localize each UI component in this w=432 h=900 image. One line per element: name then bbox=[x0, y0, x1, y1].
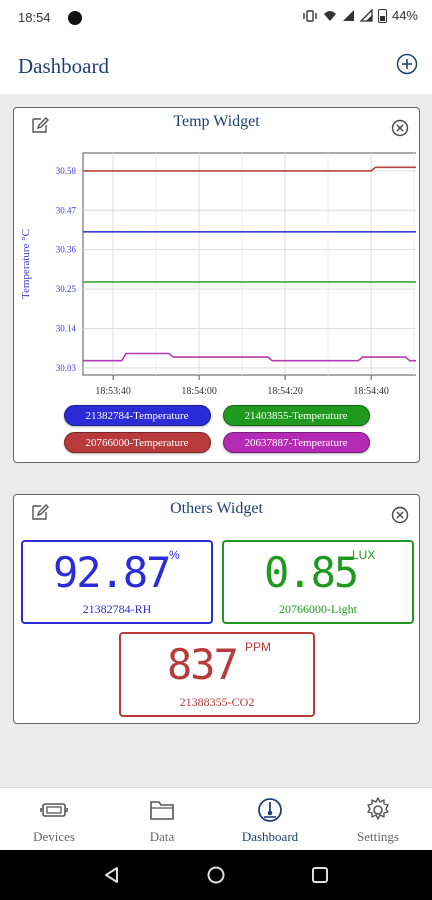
status-time: 18:54 bbox=[18, 10, 51, 25]
x-tick-label: 18:54:20 bbox=[267, 386, 303, 397]
recents-icon[interactable] bbox=[310, 865, 330, 885]
gear-icon bbox=[367, 797, 389, 820]
co2-label: 21388355-CO2 bbox=[179, 695, 255, 709]
y-tick-label: 30.58 bbox=[56, 166, 77, 176]
close-icon[interactable] bbox=[391, 506, 409, 524]
nav-data-label: Data bbox=[149, 829, 175, 844]
battery-icon bbox=[377, 8, 387, 23]
status-bar: 18:54 44% bbox=[0, 0, 432, 36]
y-tick-label: 30.47 bbox=[56, 205, 77, 215]
nav-devices[interactable]: Devices bbox=[0, 788, 108, 851]
add-widget-button[interactable] bbox=[396, 53, 418, 75]
others-widget: Others Widget 92.87 % 21382784-RH 0.85 L… bbox=[13, 494, 420, 724]
legend-row: 20766000-Temperature 20637887-Temperatur… bbox=[14, 432, 419, 453]
devices-icon bbox=[40, 803, 68, 817]
legend-row: 21382784-Temperature 21403855-Temperatur… bbox=[14, 405, 419, 426]
y-axis-label: Temperature °C bbox=[20, 229, 32, 299]
bottom-nav: Devices Data Dashboard Settings bbox=[0, 787, 432, 850]
light-tile[interactable]: 0.85 LUX 20766000-Light bbox=[222, 540, 414, 624]
nav-devices-label: Devices bbox=[33, 829, 75, 844]
y-tick-label: 30.03 bbox=[56, 363, 77, 373]
status-icons: 44% bbox=[302, 8, 418, 23]
y-tick-labels: 30.58 30.47 30.36 30.25 30.14 30.03 bbox=[56, 166, 77, 373]
legend-item-20637887[interactable]: 20637887-Temperature bbox=[222, 432, 370, 453]
chart-grid bbox=[82, 152, 416, 380]
signal-icon-2 bbox=[359, 9, 373, 22]
co2-tile[interactable]: 837 PPM 21388355-CO2 bbox=[119, 632, 315, 717]
legend-item-20766000[interactable]: 20766000-Temperature bbox=[63, 432, 211, 453]
rh-tile[interactable]: 92.87 % 21382784-RH bbox=[21, 540, 213, 624]
rh-label: 21382784-RH bbox=[82, 602, 152, 616]
x-tick-labels: 18:53:40 18:54:00 18:54:20 18:54:40 bbox=[95, 386, 389, 397]
rh-value: 92.87 bbox=[53, 548, 171, 597]
wifi-icon bbox=[323, 10, 336, 21]
light-label: 20766000-Light bbox=[279, 602, 357, 616]
vibrate-icon bbox=[303, 9, 317, 22]
nav-dashboard-label: Dashboard bbox=[241, 829, 299, 844]
x-tick-label: 18:53:40 bbox=[95, 386, 131, 397]
x-tick-label: 18:54:40 bbox=[353, 386, 389, 397]
signal-icon bbox=[342, 10, 354, 21]
back-icon[interactable] bbox=[102, 865, 122, 885]
y-tick-label: 30.14 bbox=[56, 323, 77, 333]
temp-widget-title: Temp Widget bbox=[173, 113, 260, 130]
close-icon[interactable] bbox=[391, 119, 409, 137]
nav-settings[interactable]: Settings bbox=[324, 788, 432, 851]
notification-dot-icon bbox=[68, 11, 82, 25]
nav-dashboard[interactable]: Dashboard bbox=[216, 788, 324, 851]
folder-icon bbox=[150, 801, 174, 820]
temperature-chart: 30.5830.4730.3630.2530.1430.03 18:53:40 1… bbox=[20, 152, 416, 397]
app-header: Dashboard bbox=[0, 36, 432, 94]
battery-percent: 44% bbox=[391, 8, 418, 23]
dashboard-content[interactable]: Temp Widget 30.58 30.47 30.36 30.25 30.14 30.… bbox=[0, 94, 432, 787]
temp-widget: Temp Widget 30.58 30.47 30.36 30.25 30.14 30.… bbox=[13, 107, 420, 463]
co2-unit: PPM bbox=[245, 640, 272, 654]
others-widget-title: Others Widget bbox=[170, 500, 263, 517]
system-navigation-bar bbox=[0, 850, 432, 900]
plot-area bbox=[82, 152, 416, 376]
legend-item-21403855[interactable]: 21403855-Temperature bbox=[222, 405, 370, 426]
nav-data[interactable]: Data bbox=[108, 788, 216, 851]
co2-value: 837 bbox=[167, 640, 239, 689]
y-tick-label: 30.25 bbox=[56, 284, 77, 294]
page-title: Dashboard bbox=[18, 54, 109, 78]
x-tick-label: 18:54:00 bbox=[181, 386, 217, 397]
nav-settings-label: Settings bbox=[357, 829, 399, 844]
home-icon[interactable] bbox=[206, 865, 226, 885]
light-unit: LUX bbox=[352, 548, 376, 562]
rh-unit: % bbox=[169, 548, 180, 562]
y-tick-label: 30.36 bbox=[56, 245, 77, 255]
light-value: 0.85 bbox=[264, 548, 359, 597]
legend-item-21382784[interactable]: 21382784-Temperature bbox=[63, 405, 211, 426]
dashboard-icon bbox=[258, 798, 282, 822]
